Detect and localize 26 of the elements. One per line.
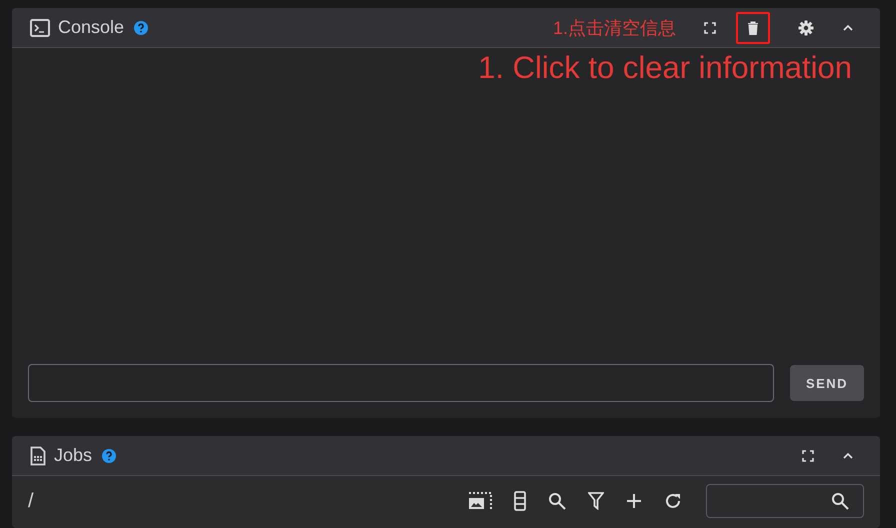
add-icon[interactable]	[626, 493, 642, 509]
trash-icon	[747, 20, 759, 34]
terminal-icon	[30, 18, 50, 36]
panel-title: Console	[58, 17, 124, 38]
help-icon[interactable]	[102, 448, 116, 462]
command-field[interactable]	[28, 364, 774, 402]
fullscreen-icon[interactable]	[802, 450, 814, 462]
help-icon[interactable]	[134, 20, 148, 34]
panel-title: Jobs	[54, 445, 92, 466]
search-icon	[831, 492, 849, 510]
collapse-icon[interactable]	[842, 452, 854, 460]
send-button[interactable]: SEND	[790, 365, 864, 401]
search-field[interactable]	[706, 484, 864, 518]
collapse-icon[interactable]	[842, 24, 854, 32]
search-icon[interactable]	[548, 492, 566, 510]
columns-icon[interactable]	[514, 491, 526, 511]
folder-path: /	[28, 490, 34, 512]
clear-button[interactable]	[736, 12, 770, 44]
filter-icon[interactable]	[588, 492, 604, 510]
image-icon[interactable]	[468, 492, 492, 510]
fullscreen-icon[interactable]	[704, 22, 716, 34]
annotation-text: 1. Click to clear information	[478, 50, 852, 86]
annotation-text: 1.点击清空信息	[552, 16, 676, 40]
settings-icon[interactable]	[798, 20, 814, 36]
refresh-icon[interactable]	[664, 492, 682, 510]
document-icon	[30, 446, 46, 466]
